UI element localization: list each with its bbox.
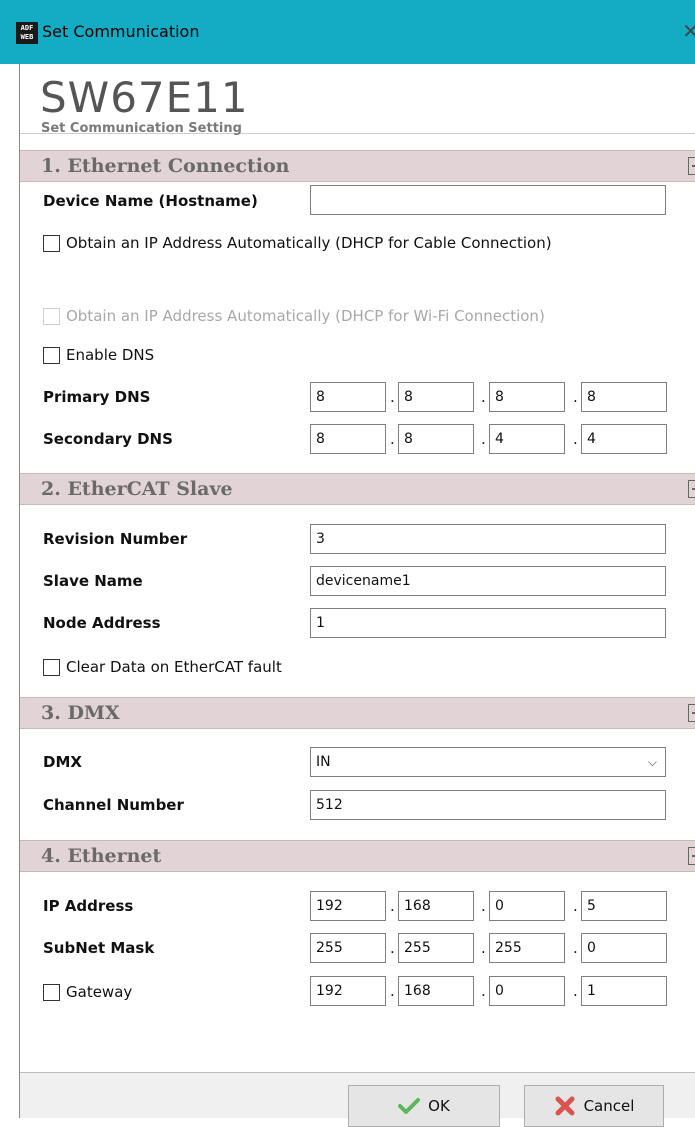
ip-dot: . xyxy=(390,982,395,1000)
section-title: 3. DMX xyxy=(41,702,120,724)
subnet-mask-octet-4[interactable]: 0 xyxy=(581,933,667,963)
gateway-label: Gateway xyxy=(66,983,133,1001)
window-title: Set Communication xyxy=(42,22,200,41)
page-title: SW67E11 xyxy=(40,73,249,122)
gateway-octet-3[interactable]: 0 xyxy=(489,976,565,1006)
ip-dot: . xyxy=(573,939,578,957)
check-icon xyxy=(398,1098,421,1114)
section-title: 4. Ethernet xyxy=(41,845,162,867)
ip-dot: . xyxy=(390,388,395,406)
dialog-footer: OK Cancel xyxy=(20,1072,695,1127)
dmx-select[interactable]: IN ⌵ xyxy=(310,747,666,777)
slave-name-label: Slave Name xyxy=(43,572,143,590)
dialog-body: SW67E11 Set Communication Setting 1. Eth… xyxy=(19,64,695,1127)
section-ethernet[interactable]: 4. Ethernet xyxy=(20,840,695,872)
collapse-icon[interactable] xyxy=(688,157,695,175)
gateway-octet-1[interactable]: 192 xyxy=(310,976,386,1006)
primary-dns-octet-4[interactable]: 8 xyxy=(581,382,667,412)
ip-address-label: IP Address xyxy=(43,897,134,915)
ip-dot: . xyxy=(573,982,578,1000)
dmx-select-value: IN xyxy=(316,754,331,770)
dhcp-cable-checkbox[interactable] xyxy=(43,234,60,252)
node-address-input[interactable]: 1 xyxy=(310,608,666,638)
ip-address-octet-3[interactable]: 0 xyxy=(489,891,565,921)
dmx-label: DMX xyxy=(43,753,82,771)
secondary-dns-octet-2[interactable]: 8 xyxy=(398,424,474,454)
ip-dot: . xyxy=(573,430,578,448)
clear-data-label: Clear Data on EtherCAT fault xyxy=(66,658,282,676)
dhcp-cable-label: Obtain an IP Address Automatically (DHCP… xyxy=(66,234,552,252)
dhcp-wifi-label: Obtain an IP Address Automatically (DHCP… xyxy=(66,307,545,325)
subnet-mask-label: SubNet Mask xyxy=(43,939,155,957)
collapse-icon[interactable] xyxy=(688,704,695,722)
gateway-checkbox-row[interactable]: Gateway xyxy=(43,983,132,1001)
slave-name-input[interactable]: devicename1 xyxy=(310,566,666,596)
subnet-mask-octet-1[interactable]: 255 xyxy=(310,933,386,963)
ip-dot: . xyxy=(390,897,395,915)
app-icon: ADF WEB xyxy=(16,22,38,44)
collapse-icon[interactable] xyxy=(688,480,695,498)
subnet-mask-octet-3[interactable]: 255 xyxy=(489,933,565,963)
close-icon[interactable]: ✕ xyxy=(682,19,695,43)
dhcp-wifi-checkbox xyxy=(43,307,60,325)
secondary-dns-octet-1[interactable]: 8 xyxy=(310,424,386,454)
gateway-octet-2[interactable]: 168 xyxy=(398,976,474,1006)
collapse-icon[interactable] xyxy=(688,847,695,865)
section-ethernet-connection[interactable]: 1. Ethernet Connection xyxy=(20,150,695,182)
section-dmx[interactable]: 3. DMX xyxy=(20,697,695,729)
ok-button[interactable]: OK xyxy=(348,1085,500,1127)
enable-dns-checkbox[interactable] xyxy=(43,346,60,364)
gateway-checkbox[interactable] xyxy=(43,983,60,1001)
secondary-dns-label: Secondary DNS xyxy=(43,430,173,448)
ip-dot: . xyxy=(481,897,486,915)
ip-address-octet-1[interactable]: 192 xyxy=(310,891,386,921)
gateway-octet-4[interactable]: 1 xyxy=(581,976,667,1006)
ip-dot: . xyxy=(390,939,395,957)
section-title: 2. EtherCAT Slave xyxy=(41,478,233,500)
enable-dns-label: Enable DNS xyxy=(66,346,155,364)
secondary-dns-octet-4[interactable]: 4 xyxy=(581,424,667,454)
page-subtitle: Set Communication Setting xyxy=(41,121,242,136)
clear-data-checkbox[interactable] xyxy=(43,658,60,676)
section-title: 1. Ethernet Connection xyxy=(41,155,290,177)
dhcp-cable-checkbox-row[interactable]: Obtain an IP Address Automatically (DHCP… xyxy=(43,234,552,252)
hostname-label: Device Name (Hostname) xyxy=(43,192,258,210)
section-ethercat-slave[interactable]: 2. EtherCAT Slave xyxy=(20,473,695,505)
cancel-x-icon xyxy=(555,1096,575,1116)
clear-data-checkbox-row[interactable]: Clear Data on EtherCAT fault xyxy=(43,658,282,676)
secondary-dns-octet-3[interactable]: 4 xyxy=(489,424,565,454)
ip-dot: . xyxy=(573,897,578,915)
node-address-label: Node Address xyxy=(43,614,161,632)
ip-dot: . xyxy=(573,388,578,406)
enable-dns-checkbox-row[interactable]: Enable DNS xyxy=(43,346,154,364)
ip-address-octet-2[interactable]: 168 xyxy=(398,891,474,921)
subnet-mask-octet-2[interactable]: 255 xyxy=(398,933,474,963)
primary-dns-octet-1[interactable]: 8 xyxy=(310,382,386,412)
page-header: SW67E11 Set Communication Setting xyxy=(20,64,695,136)
primary-dns-octet-2[interactable]: 8 xyxy=(398,382,474,412)
revision-number-input[interactable]: 3 xyxy=(310,524,666,554)
dhcp-wifi-checkbox-row: Obtain an IP Address Automatically (DHCP… xyxy=(43,307,545,325)
hostname-input[interactable] xyxy=(310,185,666,215)
ip-dot: . xyxy=(481,982,486,1000)
chevron-down-icon[interactable]: ⌵ xyxy=(648,755,657,770)
ip-dot: . xyxy=(481,430,486,448)
title-bar: ADF WEB Set Communication ✕ xyxy=(0,0,695,64)
primary-dns-label: Primary DNS xyxy=(43,388,151,406)
ip-dot: . xyxy=(390,430,395,448)
channel-number-label: Channel Number xyxy=(43,796,184,814)
cancel-label: Cancel xyxy=(583,1097,635,1115)
ip-dot: . xyxy=(481,388,486,406)
ok-label: OK xyxy=(428,1097,450,1115)
cancel-button[interactable]: Cancel xyxy=(524,1085,664,1127)
primary-dns-octet-3[interactable]: 8 xyxy=(489,382,565,412)
ip-address-octet-4[interactable]: 5 xyxy=(581,891,667,921)
channel-number-input[interactable]: 512 xyxy=(310,790,666,820)
ip-dot: . xyxy=(481,939,486,957)
revision-number-label: Revision Number xyxy=(43,530,188,548)
